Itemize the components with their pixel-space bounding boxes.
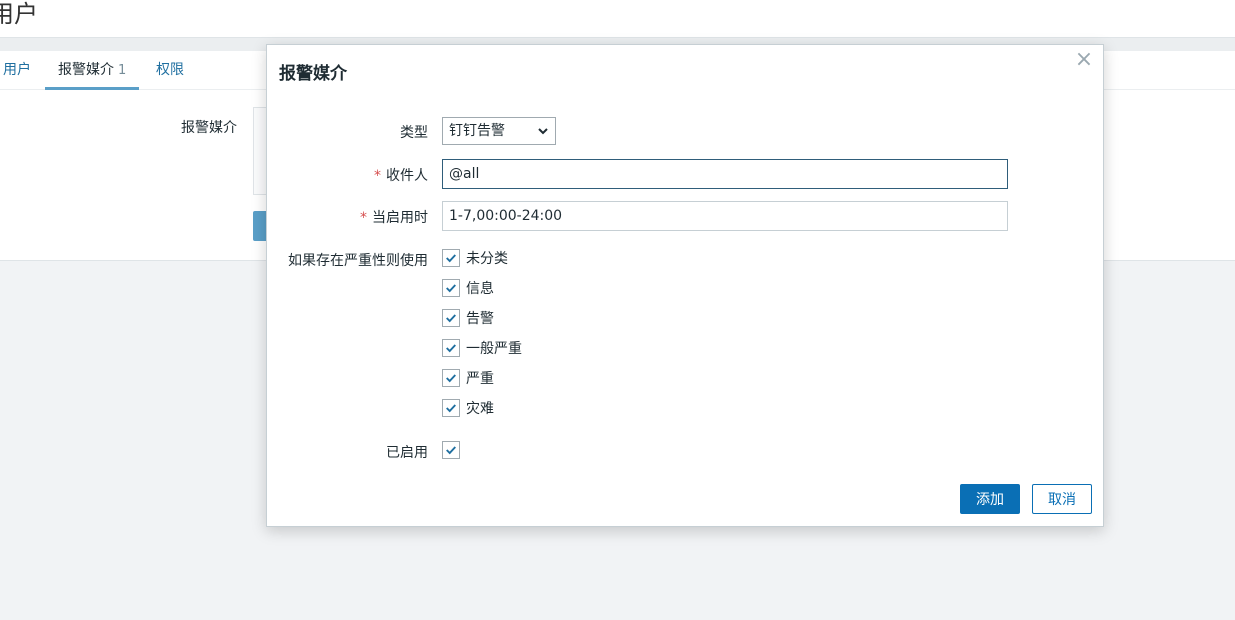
tab-permissions[interactable]: 权限 bbox=[156, 51, 184, 87]
severity-information[interactable]: 信息 bbox=[442, 278, 494, 298]
enabled-checkbox[interactable] bbox=[442, 441, 460, 459]
severity-average-label: 一般严重 bbox=[466, 341, 522, 357]
check-icon bbox=[446, 314, 456, 323]
tab-user[interactable]: 用户 bbox=[3, 51, 31, 87]
type-label: 类型 bbox=[400, 125, 428, 141]
media-dialog: 报警媒介 × 类型 钉钉告警 * 收件人 * 当启用时 如果存在严重性则使用 未分类… bbox=[266, 44, 1104, 527]
active-time-input[interactable] bbox=[442, 201, 1008, 231]
severity-high[interactable]: 严重 bbox=[442, 368, 494, 388]
severity-not-classified-checkbox[interactable] bbox=[442, 249, 460, 267]
required-mark: * bbox=[374, 168, 381, 184]
type-select[interactable]: 钉钉告警 bbox=[442, 117, 556, 145]
close-icon[interactable]: × bbox=[1073, 49, 1095, 71]
recipient-input[interactable] bbox=[442, 159, 1008, 189]
check-icon bbox=[446, 374, 456, 383]
enabled-row[interactable] bbox=[442, 440, 460, 460]
media-field-label: 报警媒介 bbox=[181, 120, 237, 136]
tab-media-count: 1 bbox=[118, 63, 127, 78]
add-button[interactable]: 添加 bbox=[960, 484, 1020, 514]
severity-not-classified-label: 未分类 bbox=[466, 251, 508, 267]
type-select-value: 钉钉告警 bbox=[449, 123, 505, 139]
severity-disaster-label: 灾难 bbox=[466, 401, 494, 417]
recipient-label-text: 收件人 bbox=[386, 168, 428, 184]
severity-disaster[interactable]: 灾难 bbox=[442, 398, 494, 418]
tab-media-label: 报警媒介 bbox=[58, 62, 114, 78]
severity-warning-checkbox[interactable] bbox=[442, 309, 460, 327]
severity-label: 如果存在严重性则使用 bbox=[288, 253, 428, 269]
check-icon bbox=[446, 446, 456, 455]
check-icon bbox=[446, 284, 456, 293]
page-title: 用户 bbox=[0, 0, 38, 28]
severity-high-label: 严重 bbox=[466, 371, 494, 387]
check-icon bbox=[446, 254, 456, 263]
severity-not-classified[interactable]: 未分类 bbox=[442, 248, 508, 268]
chevron-down-icon bbox=[538, 128, 548, 135]
dialog-title: 报警媒介 bbox=[279, 64, 347, 84]
severity-information-checkbox[interactable] bbox=[442, 279, 460, 297]
check-icon bbox=[446, 404, 456, 413]
tab-media[interactable]: 报警媒介 1 bbox=[45, 51, 140, 90]
page-header: 用户 bbox=[0, 0, 1235, 37]
cancel-button[interactable]: 取消 bbox=[1032, 484, 1092, 514]
active-time-label: * 当启用时 bbox=[360, 207, 428, 227]
enabled-label: 已启用 bbox=[386, 445, 428, 461]
active-time-label-text: 当启用时 bbox=[372, 210, 428, 226]
severity-average-checkbox[interactable] bbox=[442, 339, 460, 357]
severity-average[interactable]: 一般严重 bbox=[442, 338, 522, 358]
severity-warning[interactable]: 告警 bbox=[442, 308, 494, 328]
tab-user-label: 用户 bbox=[3, 62, 31, 78]
severity-warning-label: 告警 bbox=[466, 311, 494, 327]
severity-disaster-checkbox[interactable] bbox=[442, 399, 460, 417]
required-mark: * bbox=[360, 210, 367, 226]
severity-high-checkbox[interactable] bbox=[442, 369, 460, 387]
recipient-label: * 收件人 bbox=[374, 165, 428, 185]
check-icon bbox=[446, 344, 456, 353]
severity-information-label: 信息 bbox=[466, 281, 494, 297]
tab-permissions-label: 权限 bbox=[156, 62, 184, 78]
